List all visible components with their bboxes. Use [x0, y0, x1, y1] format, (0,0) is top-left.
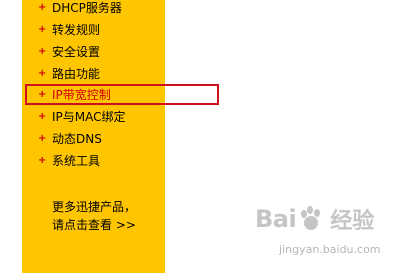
bullet-icon: +	[38, 155, 47, 166]
menu-item-routing[interactable]: + 路由功能	[38, 65, 100, 83]
watermark-brand: Bai	[255, 205, 297, 233]
menu-item-system-tools[interactable]: + 系统工具	[38, 152, 100, 170]
bullet-icon: +	[38, 133, 47, 144]
menu-item-label: IP与MAC绑定	[52, 110, 126, 124]
menu-item-label: DHCP服务器	[52, 1, 122, 15]
menu-item-label: 动态DNS	[52, 132, 102, 146]
promo-text: 更多迅捷产品，	[52, 200, 137, 214]
bullet-icon: +	[38, 46, 47, 57]
highlight-annotation-box	[25, 84, 219, 105]
promo-link[interactable]: 请点击查看 >>	[52, 216, 164, 234]
baidu-jingyan-watermark: Bai 经验 jingyan.baidu.com	[255, 203, 405, 265]
menu-item-label: 安全设置	[52, 45, 101, 59]
paw-icon	[301, 206, 321, 230]
menu-item-label: 系统工具	[52, 154, 101, 168]
bullet-icon: +	[38, 111, 47, 122]
promo-block: 更多迅捷产品， 请点击查看 >>	[52, 198, 164, 234]
menu-item-label: 路由功能	[52, 67, 101, 81]
menu-item-forwarding-rules[interactable]: + 转发规则	[38, 21, 100, 39]
menu-item-label: 转发规则	[52, 23, 101, 37]
watermark-brand-tail: 经验	[330, 209, 375, 234]
menu-item-dhcp-server[interactable]: + DHCP服务器	[38, 0, 122, 17]
menu-item-dynamic-dns[interactable]: + 动态DNS	[38, 130, 102, 148]
watermark-url: jingyan.baidu.com	[279, 243, 381, 256]
bullet-icon: +	[38, 68, 47, 79]
left-margin	[0, 0, 22, 273]
menu-item-security-settings[interactable]: + 安全设置	[38, 43, 100, 61]
watermark-logo: Bai 经验	[255, 203, 374, 235]
bullet-icon: +	[38, 2, 47, 13]
menu-item-ip-mac-binding[interactable]: + IP与MAC绑定	[38, 108, 126, 126]
bullet-icon: +	[38, 24, 47, 35]
